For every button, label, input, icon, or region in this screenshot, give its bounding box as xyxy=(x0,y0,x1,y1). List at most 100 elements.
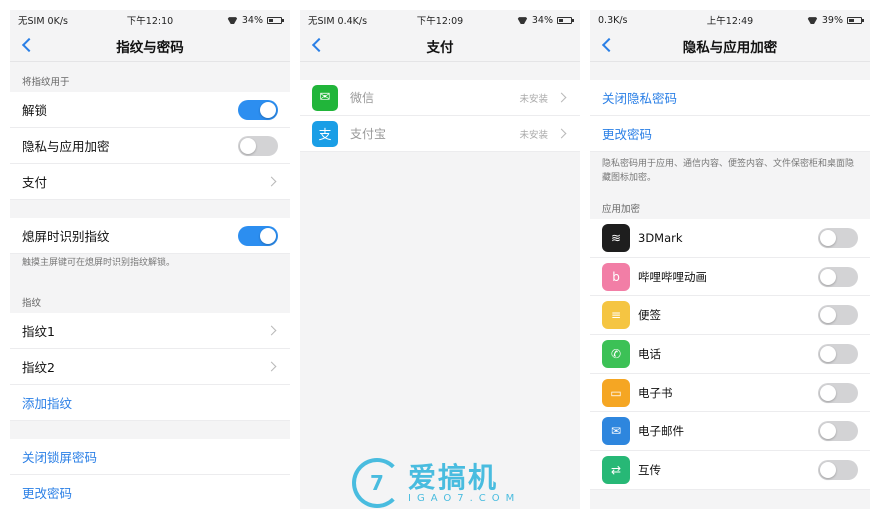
privacy-encryption-toggle[interactable] xyxy=(238,135,278,156)
screen-off-note: 触摸主屏键可在熄屏时识别指纹解锁。 xyxy=(22,258,176,268)
chevron-right-icon xyxy=(266,176,277,187)
close-privacy-password-label: 关闭隐私密码 xyxy=(602,91,678,106)
page-title: 隐私与应用加密 xyxy=(682,39,778,56)
unlock-toggle[interactable] xyxy=(238,99,278,120)
privacy-password-note: 隐私密码用于应用、通信内容、便签内容、文件保密柜和桌面隐藏图标加密。 xyxy=(602,159,855,183)
privacy-encryption-row[interactable]: 隐私与应用加密 xyxy=(10,128,290,164)
battery-icon xyxy=(847,16,864,24)
alipay-icon: 支 xyxy=(312,120,338,147)
app-row[interactable]: ≡ 便签 xyxy=(590,296,870,336)
battery-icon xyxy=(267,16,284,24)
notes-icon: ≡ xyxy=(602,301,630,330)
wechat-pay-row[interactable]: ✉ 微信 未安装 xyxy=(300,80,580,116)
battery-percent: 34% xyxy=(531,14,553,26)
app-row[interactable]: ≋ 3DMark xyxy=(590,219,870,258)
phone-icon: ✆ xyxy=(602,339,630,368)
chevron-right-icon xyxy=(556,92,567,103)
ebook-icon: ▭ xyxy=(602,378,630,407)
app-encryption-toggle[interactable] xyxy=(818,382,858,403)
email-icon: ✉ xyxy=(602,417,630,446)
carrier-status: 无SIM 0.4K/s xyxy=(308,16,368,27)
watermark-cn: 爱搞机 xyxy=(408,460,499,494)
fingerprint-item[interactable]: 指纹1 xyxy=(10,312,290,349)
status-bar: 0.3K/s 上午12:49 39% xyxy=(590,10,870,30)
wechat-icon: ✉ xyxy=(312,84,338,111)
app-label: 电子邮件 xyxy=(638,424,684,439)
wifi-icon xyxy=(517,16,528,24)
watermark-en: IGAO7.COM xyxy=(408,492,521,504)
app-row[interactable]: ✉ 电子邮件 xyxy=(590,412,870,452)
status-bar: 无SIM 0K/s 下午12:10 34% xyxy=(10,10,290,30)
privacy-app-encryption-screen: 0.3K/s 上午12:49 39% 隐私与应用加密 关闭隐私密码 更改密码 隐… xyxy=(590,10,870,509)
app-encryption-toggle[interactable] xyxy=(818,227,858,248)
add-fingerprint-button[interactable]: 添加指纹 xyxy=(10,384,290,421)
app-label: 电子书 xyxy=(638,385,673,400)
change-password-label: 更改密码 xyxy=(602,127,653,142)
status-bar: 无SIM 0.4K/s 下午12:09 34% xyxy=(300,10,580,30)
add-fingerprint-label: 添加指纹 xyxy=(22,395,73,411)
change-password-button[interactable]: 更改密码 xyxy=(10,474,290,509)
back-icon[interactable] xyxy=(601,37,617,53)
back-icon[interactable] xyxy=(311,37,327,53)
app-row[interactable]: b 哔哩哔哩动画 xyxy=(590,257,870,297)
nav-bar: 指纹与密码 xyxy=(10,30,290,62)
battery-icon xyxy=(557,16,574,24)
fingerprint-1-label: 指纹1 xyxy=(22,323,55,339)
wechat-label: 微信 xyxy=(350,91,375,105)
payment-screen: 无SIM 0.4K/s 下午12:09 34% 支付 ✉ 微信 未安装 支 支付… xyxy=(300,10,580,509)
wechat-status: 未安装 xyxy=(519,93,548,105)
change-password-button[interactable]: 更改密码 xyxy=(590,116,870,152)
bilibili-icon: b xyxy=(602,262,630,291)
section-header-use: 将指纹用于 xyxy=(22,77,70,88)
unlock-label: 解锁 xyxy=(22,103,48,118)
wifi-icon xyxy=(227,16,238,24)
network-speed: 0.3K/s xyxy=(598,14,628,26)
fingerprint-item[interactable]: 指纹2 xyxy=(10,348,290,385)
page-title: 支付 xyxy=(426,39,454,56)
app-encryption-toggle[interactable] xyxy=(818,343,858,364)
battery-percent: 39% xyxy=(821,14,843,26)
screen-off-recognition-row[interactable]: 熄屏时识别指纹 xyxy=(10,218,290,254)
watermark-logo-icon: 7 xyxy=(352,458,402,508)
privacy-encryption-label: 隐私与应用加密 xyxy=(22,139,110,154)
chevron-right-icon xyxy=(266,325,277,335)
screen-off-label: 熄屏时识别指纹 xyxy=(22,229,110,244)
app-row[interactable]: ⇄ 互传 xyxy=(590,451,870,490)
change-password-label: 更改密码 xyxy=(22,485,73,501)
close-lock-password-label: 关闭锁屏密码 xyxy=(22,449,98,465)
screen-off-toggle[interactable] xyxy=(238,225,278,246)
app-encryption-toggle[interactable] xyxy=(818,266,858,287)
app-label: 3DMark xyxy=(638,230,683,245)
unlock-row[interactable]: 解锁 xyxy=(10,92,290,128)
site-watermark: 7 爱搞机 IGAO7.COM xyxy=(352,458,520,508)
nav-bar: 支付 xyxy=(300,30,580,62)
app-encryption-toggle[interactable] xyxy=(818,305,858,326)
alipay-status: 未安装 xyxy=(519,129,548,141)
alipay-label: 支付宝 xyxy=(350,127,387,141)
transfer-icon: ⇄ xyxy=(602,455,630,484)
page-title: 指纹与密码 xyxy=(116,39,184,56)
app-label: 电话 xyxy=(638,346,661,361)
payment-row[interactable]: 支付 xyxy=(10,164,290,200)
app-encryption-toggle[interactable] xyxy=(818,421,858,442)
chevron-right-icon xyxy=(266,361,277,371)
app-row[interactable]: ✆ 电话 xyxy=(590,335,870,374)
wifi-icon xyxy=(807,16,818,24)
app-list: ≋ 3DMark b 哔哩哔哩动画 ≡ 便签 ✆ 电话 ▭ 电子书 ✉ 电子邮件 ⇄ 互传 xyxy=(590,219,870,490)
carrier-status: 无SIM 0K/s xyxy=(18,16,68,27)
fingerprint-password-screen: 无SIM 0K/s 下午12:10 34% 指纹与密码 将指纹用于 解锁 隐私与… xyxy=(10,10,290,509)
app-label: 哔哩哔哩动画 xyxy=(638,269,707,284)
app-encryption-toggle[interactable] xyxy=(818,459,858,480)
3dmark-icon: ≋ xyxy=(602,223,630,252)
fingerprint-2-label: 指纹2 xyxy=(22,359,55,375)
section-header-app-encryption: 应用加密 xyxy=(602,204,641,215)
payment-label: 支付 xyxy=(22,175,48,190)
alipay-row[interactable]: 支 支付宝 未安装 xyxy=(300,116,580,152)
app-label: 互传 xyxy=(638,462,661,477)
back-icon[interactable] xyxy=(21,37,37,53)
close-privacy-password-button[interactable]: 关闭隐私密码 xyxy=(590,80,870,116)
app-row[interactable]: ▭ 电子书 xyxy=(590,373,870,413)
app-label: 便签 xyxy=(638,308,661,323)
close-lock-password-button[interactable]: 关闭锁屏密码 xyxy=(10,438,290,475)
chevron-right-icon xyxy=(556,128,567,139)
